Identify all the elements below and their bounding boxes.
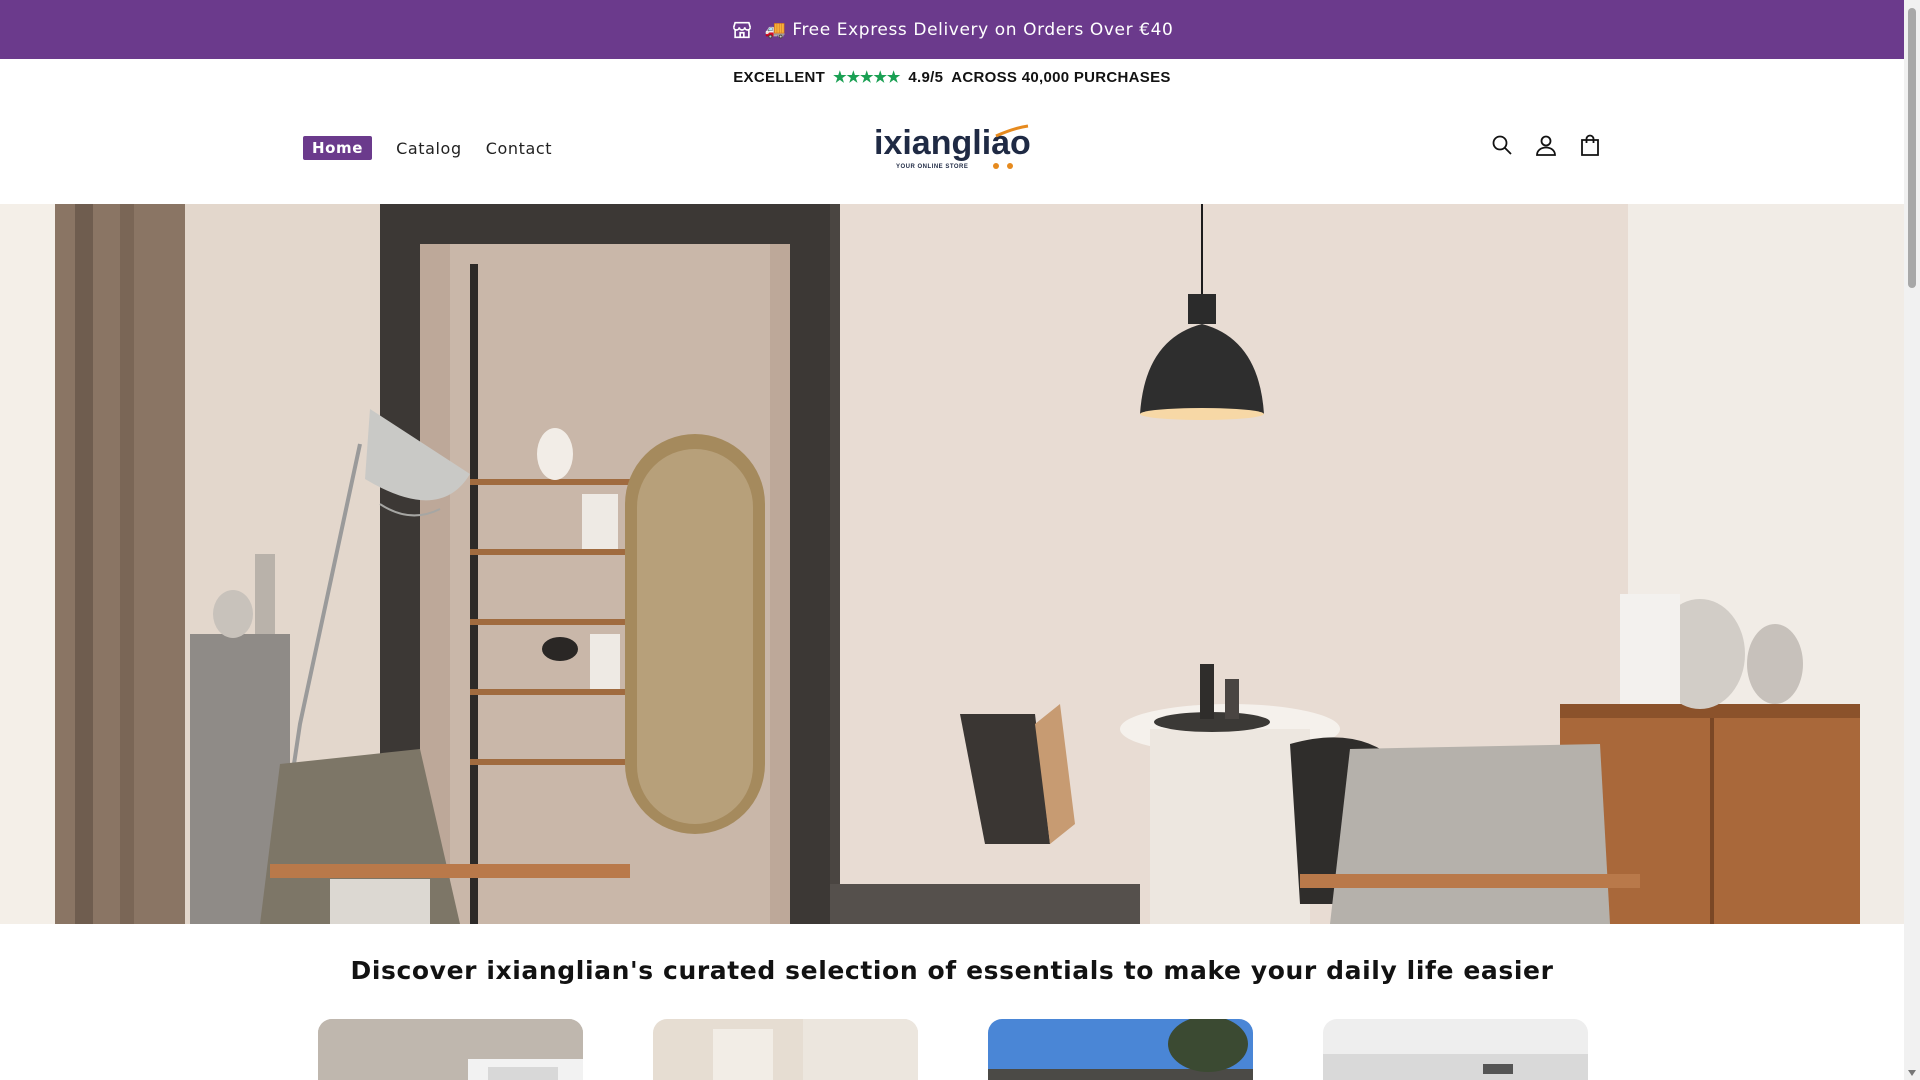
rating-suffix: ACROSS 40,000 PURCHASES <box>951 68 1171 86</box>
rating-bar: EXCELLENT ★★★★★ 4.9/5 ACROSS 40,000 PURC… <box>0 59 1904 95</box>
scrollbar-thumb[interactable] <box>1908 8 1916 288</box>
logo-wordmark: ixiangliao <box>874 124 1031 162</box>
page-scrollbar[interactable] <box>1904 0 1920 1080</box>
rating-score: 4.9/5 <box>908 68 944 86</box>
category-card[interactable] <box>1323 1019 1588 1080</box>
hero-image <box>0 204 1904 924</box>
nav-home[interactable]: Home <box>303 136 373 160</box>
store-logo[interactable]: ixiangliao YOUR ONLINE STORE <box>858 105 1048 191</box>
truck-emoji: 🚚 <box>764 19 787 40</box>
site-header: Home Catalog Contact ixiangliao YOUR ONL… <box>0 95 1904 204</box>
rating-stars: ★★★★★ <box>833 69 901 86</box>
category-card[interactable] <box>318 1019 583 1080</box>
category-card[interactable] <box>988 1019 1253 1080</box>
search-icon[interactable] <box>1490 133 1514 157</box>
announcement-text: Free Express Delivery on Orders Over €40 <box>792 19 1174 40</box>
store-icon <box>731 19 753 41</box>
section-heading: Discover ixianglian's curated selection … <box>350 956 1554 985</box>
hero-banner[interactable] <box>0 204 1904 924</box>
scroll-down-arrow[interactable] <box>1908 1070 1916 1076</box>
cart-icon[interactable] <box>1578 133 1602 157</box>
category-card[interactable] <box>653 1019 918 1080</box>
announcement-bar: 🚚 Free Express Delivery on Orders Over €… <box>0 0 1904 59</box>
main-nav: Home Catalog Contact <box>303 136 552 160</box>
header-actions <box>1490 133 1602 157</box>
nav-catalog[interactable]: Catalog <box>396 139 462 158</box>
logo-subtitle: YOUR ONLINE STORE <box>896 164 968 170</box>
rating-label: EXCELLENT <box>733 68 826 86</box>
category-cards <box>318 1019 1588 1080</box>
account-icon[interactable] <box>1534 133 1558 157</box>
nav-contact[interactable]: Contact <box>486 139 552 158</box>
